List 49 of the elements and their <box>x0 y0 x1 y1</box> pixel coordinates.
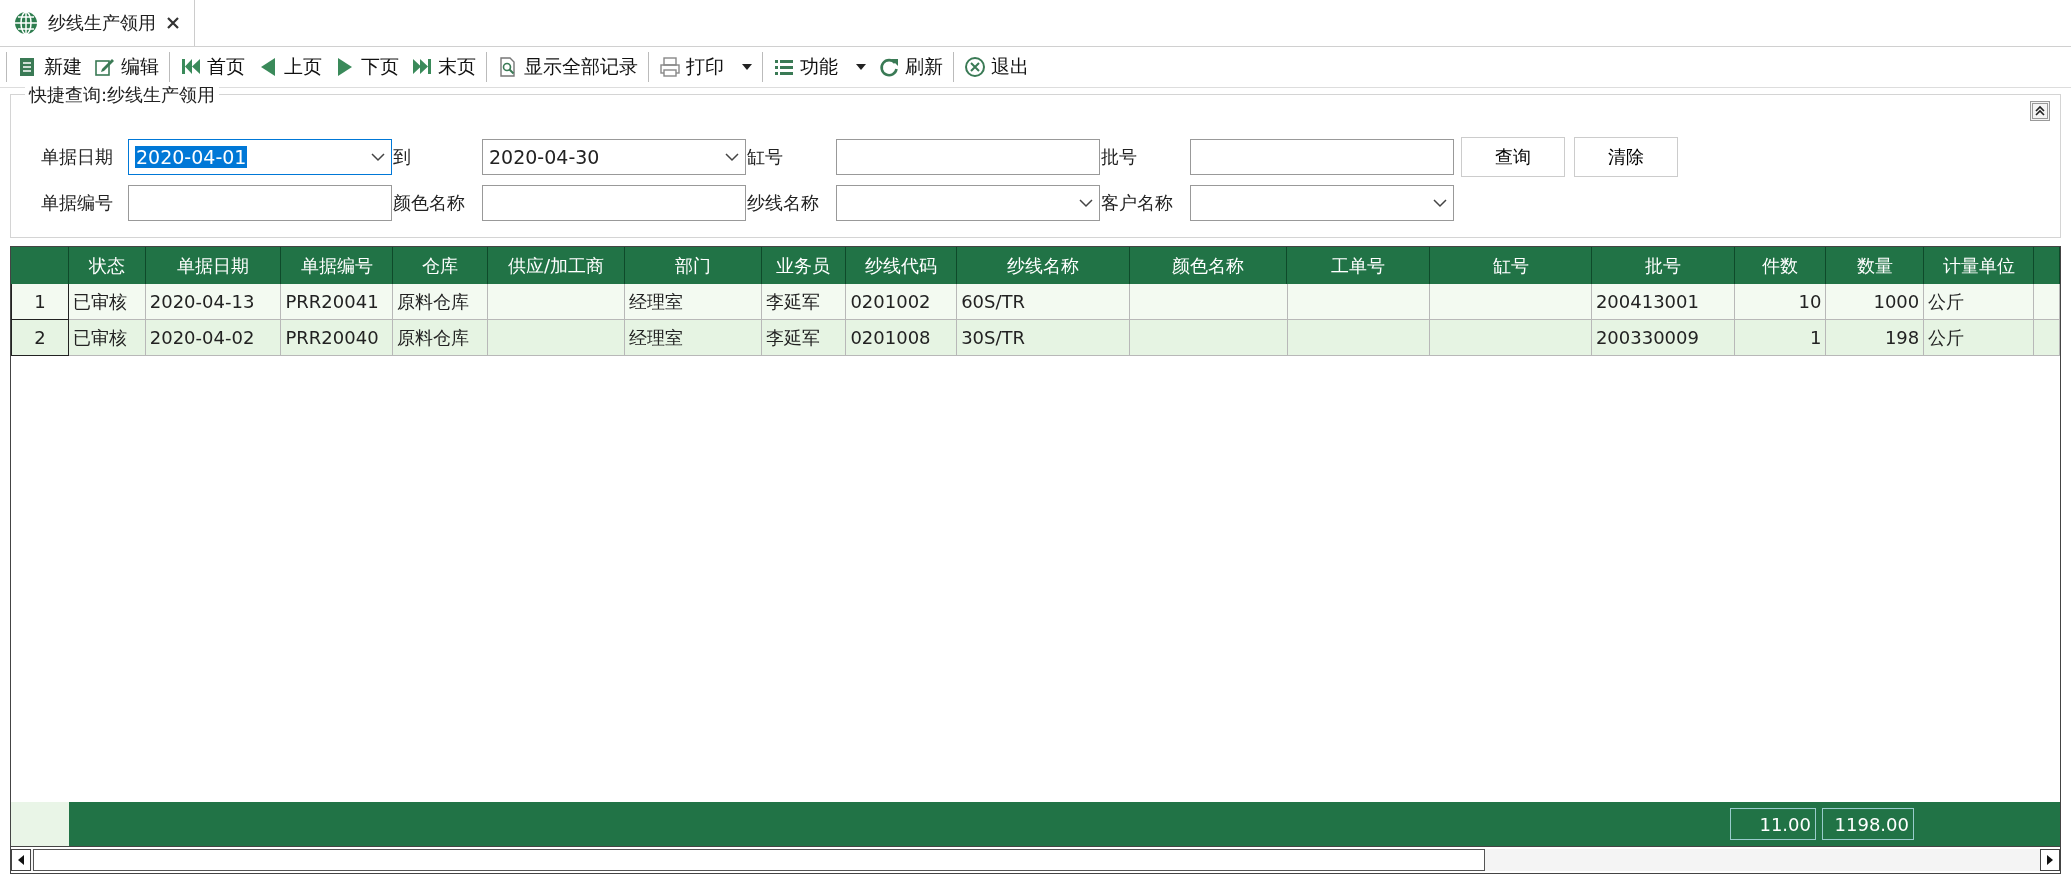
date-field[interactable]: 2020-04-01 <box>128 139 392 175</box>
field-label: 单据日期 <box>41 145 114 169</box>
toolbar-button[interactable]: 首页 <box>176 52 249 82</box>
horizontal-scrollbar[interactable] <box>11 846 2060 873</box>
toolbar-button[interactable]: 末页 <box>407 52 480 82</box>
globe-icon <box>14 11 38 35</box>
date-field[interactable]: 2020-04-30 <box>482 139 746 175</box>
toolbar-button[interactable]: 显示全部记录 <box>493 52 642 82</box>
query-button[interactable]: 查询 <box>1461 137 1565 177</box>
field-label: 批号 <box>1101 145 1138 169</box>
field-label: 到 <box>393 145 412 169</box>
query-button[interactable]: 清除 <box>1574 137 1678 177</box>
caret-icon <box>742 63 752 71</box>
refresh-icon <box>878 56 900 78</box>
tab-title: 纱线生产领用 <box>48 11 156 35</box>
scroll-left-icon[interactable] <box>11 849 31 871</box>
toolbar-button[interactable]: 上页 <box>253 52 326 82</box>
input-field[interactable] <box>482 185 746 221</box>
chevron-down-icon <box>371 152 385 162</box>
close-circle-icon <box>964 56 986 78</box>
toolbar-button[interactable]: 新建 <box>13 52 86 82</box>
dropdown-field[interactable] <box>836 185 1100 221</box>
toolbar-button[interactable]: 下页 <box>330 52 403 82</box>
total-value: 1198.00 <box>1822 808 1914 840</box>
dropdown-field[interactable] <box>1190 185 1454 221</box>
field-label: 颜色名称 <box>393 191 466 215</box>
toolbar-button[interactable]: 刷新 <box>874 52 947 82</box>
scroll-right-icon[interactable] <box>2040 849 2060 871</box>
chevron-down-icon <box>1433 198 1447 208</box>
field-label: 缸号 <box>747 145 784 169</box>
summary-corner <box>11 802 69 846</box>
toolbar-button[interactable]: 编辑 <box>90 52 163 82</box>
panel-title: 快捷查询:纱线生产领用 <box>25 83 220 107</box>
toolbar-button[interactable]: 退出 <box>960 52 1033 82</box>
toolbar-button[interactable]: 功能 <box>769 52 870 82</box>
edit-icon <box>94 56 116 78</box>
chevron-down-icon <box>1079 198 1093 208</box>
input-field[interactable] <box>836 139 1100 175</box>
toolbar-button[interactable]: 打印 <box>655 52 756 82</box>
caret-icon <box>856 63 866 71</box>
input-field[interactable] <box>1190 139 1454 175</box>
field-label: 纱线名称 <box>747 191 820 215</box>
printer-icon <box>659 56 681 78</box>
total-value: 11.00 <box>1730 808 1816 840</box>
chevron-down-icon <box>725 152 739 162</box>
close-icon[interactable] <box>166 16 180 30</box>
input-field[interactable] <box>128 185 392 221</box>
field-label: 客户名称 <box>1101 191 1174 215</box>
field-label: 单据编号 <box>41 191 114 215</box>
